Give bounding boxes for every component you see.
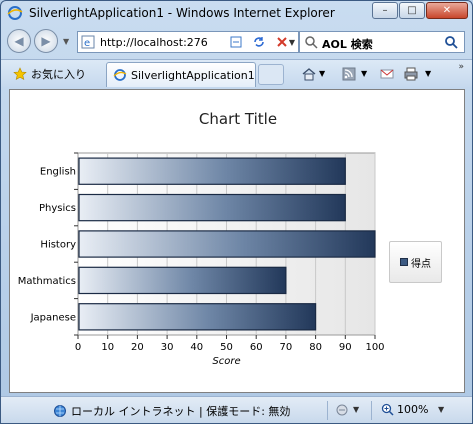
favorites-label: お気に入り [31, 68, 86, 81]
bar [78, 303, 317, 331]
home-icon[interactable] [301, 67, 317, 81]
search-icon[interactable] [444, 35, 458, 49]
back-arrow-icon: ◀ [14, 34, 24, 48]
stop-icon[interactable] [273, 33, 291, 51]
page-content: Chart Title 0 10 20 30 40 50 60 70 80 90 100 Englis… [9, 89, 465, 393]
page-icon [113, 69, 127, 81]
security-zone[interactable]: ローカル イントラネット | 保護モード: 無効 [53, 403, 290, 419]
x-tick-label: 90 [339, 342, 352, 353]
category-label: English [40, 167, 76, 178]
window-title: SilverlightApplication1 - Windows Intern… [29, 6, 335, 20]
mail-icon[interactable] [379, 67, 395, 81]
browser-window: SilverlightApplication1 - Windows Intern… [0, 0, 473, 424]
category-label: Japanese [30, 312, 76, 323]
x-tick-label: 50 [220, 342, 233, 353]
refresh-icon[interactable] [250, 33, 268, 51]
feeds-dropdown-icon[interactable]: ▼ [361, 69, 377, 83]
status-bar: ローカル イントラネット | 保護モード: 無効 ▼ 100% ▼ [1, 396, 472, 423]
x-tick-label: 0 [75, 342, 81, 353]
chevron-more-icon[interactable]: » [458, 62, 464, 72]
status-separator [327, 401, 328, 420]
window-controls: – □ ✕ [371, 2, 468, 19]
x-tick-label: 80 [309, 342, 322, 353]
search-box[interactable]: AOL 検索 [299, 31, 465, 53]
category-label: Mathmatics [18, 276, 76, 287]
ie-logo-icon [7, 6, 23, 20]
zoom-level: 100% [397, 403, 429, 416]
search-provider-label: AOL 検索 [322, 38, 373, 51]
category-label: History [40, 240, 76, 251]
favorites-bar: お気に入り SilverlightApplication1 ▼ ▼ ▼ » [1, 59, 472, 87]
protected-mode-dropdown-icon[interactable]: ▼ [353, 405, 359, 414]
bar [78, 266, 287, 295]
legend-label: 得点 [411, 258, 431, 270]
close-button[interactable]: ✕ [426, 2, 468, 19]
x-tick-label: 100 [365, 342, 384, 353]
chart-legend: 得点 [389, 241, 442, 283]
forward-button[interactable]: ▶ [34, 29, 58, 53]
forward-arrow-icon: ▶ [41, 34, 51, 48]
protected-mode-icon[interactable] [335, 403, 351, 417]
zone-text: ローカル イントラネット | 保護モード: 無効 [71, 405, 291, 418]
bar [78, 230, 376, 258]
print-dropdown-icon[interactable]: ▼ [425, 69, 441, 83]
svg-text:e: e [84, 38, 90, 49]
zoom-dropdown-icon[interactable]: ▼ [438, 405, 444, 414]
bar [78, 193, 346, 222]
x-tick-label: 60 [250, 342, 263, 353]
search-provider-icon [305, 36, 318, 49]
tab-silverlight-application[interactable]: SilverlightApplication1 [106, 62, 256, 87]
print-icon[interactable] [403, 67, 419, 81]
legend-swatch [400, 258, 408, 266]
home-dropdown-icon[interactable]: ▼ [319, 69, 335, 83]
intranet-globe-icon [54, 405, 66, 417]
bar [78, 157, 346, 185]
star-icon [13, 67, 27, 81]
x-tick-label: 30 [161, 342, 174, 353]
navigation-bar: ◀ ▶ ▼ e http://localhost:276 ▼ AOL 検索 [1, 27, 472, 57]
favorites-button[interactable]: お気に入り [13, 66, 86, 82]
tab-label: SilverlightApplication1 [131, 69, 255, 82]
back-button[interactable]: ◀ [7, 29, 31, 53]
feeds-icon[interactable] [341, 67, 357, 81]
minimize-button[interactable]: – [372, 2, 398, 19]
x-axis-label: Score [212, 356, 240, 367]
zoom-control[interactable]: 100% [381, 403, 428, 416]
x-tick-label: 40 [190, 342, 203, 353]
x-tick-label: 70 [280, 342, 293, 353]
x-tick-label: 10 [101, 342, 114, 353]
page-icon: e [81, 35, 95, 49]
new-tab-button[interactable] [258, 64, 284, 85]
status-separator [371, 401, 372, 420]
category-label: Physics [39, 203, 76, 214]
compatibility-view-icon[interactable] [227, 33, 245, 51]
history-dropdown-icon[interactable]: ▼ [63, 37, 69, 46]
x-tick-label: 20 [131, 342, 144, 353]
maximize-button[interactable]: □ [399, 2, 425, 19]
title-bar: SilverlightApplication1 - Windows Intern… [1, 1, 472, 25]
zoom-icon [381, 403, 394, 416]
